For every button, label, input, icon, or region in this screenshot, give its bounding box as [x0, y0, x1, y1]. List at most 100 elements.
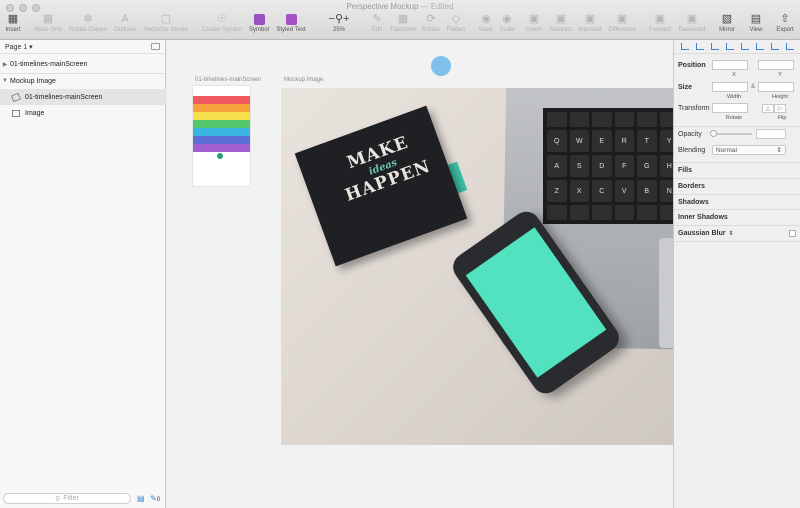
flip-horizontal-icon[interactable]: △	[762, 103, 774, 113]
width-field[interactable]	[712, 82, 748, 92]
opacity-field[interactable]	[756, 129, 786, 139]
styled-text-label: Styled Text	[276, 27, 306, 33]
align-middle-icon[interactable]	[755, 43, 764, 50]
lock-ratio-icon[interactable]: &	[748, 84, 758, 90]
symbol-button[interactable]: Symbol	[242, 13, 276, 33]
intersect-button[interactable]: ▣ Intersect	[573, 13, 607, 33]
key: F	[614, 155, 634, 177]
align-left-icon[interactable]	[680, 43, 689, 50]
add-button-preview	[217, 153, 223, 159]
zoom-value: 25%	[332, 27, 345, 33]
height-field[interactable]	[758, 82, 794, 92]
align-center-h-icon[interactable]	[695, 43, 704, 50]
fills-section[interactable]: Fills	[674, 162, 800, 177]
create-symbol-button[interactable]: ☉ Create Symbol	[202, 13, 242, 33]
position-y-field[interactable]	[758, 60, 794, 70]
shadows-section[interactable]: Shadows	[674, 194, 800, 209]
forward-button[interactable]: ▣ Forward	[643, 13, 677, 33]
blending-value: Normal	[716, 146, 737, 154]
distribute-v-icon[interactable]	[785, 43, 794, 50]
inner-shadows-section[interactable]: Inner Shadows	[674, 209, 800, 224]
styled-text-button[interactable]: Styled Text	[274, 13, 308, 33]
opacity-slider-knob[interactable]	[710, 130, 717, 137]
document-title: Perspective Mockup — Edited	[0, 2, 800, 11]
flatten-button[interactable]: ◇ Flatten	[439, 13, 473, 33]
insert-button[interactable]: ▦ Insert	[0, 13, 30, 33]
view-label: View	[749, 27, 763, 33]
transform-icon: ▦	[397, 13, 409, 25]
gaussian-blur-section[interactable]: Gaussian Blur ⇕	[674, 225, 800, 240]
rotate-label: Rotate	[725, 115, 743, 121]
timeline-stripe	[193, 144, 250, 152]
align-right-icon[interactable]	[710, 43, 719, 50]
distribute-h-icon[interactable]	[725, 43, 734, 50]
timeline-stripe	[193, 104, 250, 112]
rotate-field[interactable]	[712, 103, 748, 113]
align-bottom-icon[interactable]	[770, 43, 779, 50]
timeline-stripe	[193, 136, 250, 144]
zoom-control[interactable]: −⚲+ 25%	[322, 13, 356, 33]
grid-icon: ▦	[42, 13, 54, 25]
intersect-label: Intersect	[578, 27, 602, 33]
difference-button[interactable]: ▣ Difference	[605, 13, 639, 33]
key: N	[659, 180, 673, 202]
blending-select[interactable]: Normal ⇕	[712, 145, 786, 155]
layer-artboard-mainscreen[interactable]: ▶ 01-timelines-mainScreen	[0, 56, 166, 72]
position-x-field[interactable]	[712, 60, 748, 70]
slice-count-icon[interactable]: ✎0	[150, 494, 160, 503]
artboard-label-mainscreen[interactable]: 01-timelines-mainScreen	[195, 77, 261, 83]
pages-toggle-icon[interactable]	[151, 43, 160, 50]
subtract-icon: ▣	[555, 13, 567, 25]
make-grid-label: Make Grid	[34, 27, 62, 33]
export-button[interactable]: ⇧ Export	[768, 13, 800, 33]
blur-type-arrows-icon[interactable]: ⇕	[728, 230, 733, 237]
key: Y	[659, 130, 673, 152]
rotate-copies-label: Rotate Copies	[68, 27, 108, 33]
edit-icon: ✎	[372, 13, 382, 25]
backward-label: Backward	[678, 27, 706, 33]
backward-button[interactable]: ▣ Backward	[675, 13, 709, 33]
opacity-slider[interactable]	[710, 130, 752, 137]
key	[592, 205, 612, 220]
disclosure-open-icon[interactable]: ▼	[0, 78, 10, 84]
key: C	[592, 180, 612, 202]
borders-section[interactable]: Borders	[674, 178, 800, 193]
outlines-button[interactable]: A Outlines	[108, 13, 142, 33]
layer-image[interactable]: Image	[0, 105, 166, 121]
page-selector[interactable]: Page 1 ▾	[0, 40, 165, 54]
symbol-icon	[253, 13, 265, 25]
exportable-layers-icon[interactable]: ▤	[137, 494, 145, 503]
layer-artboard-mockup-image[interactable]: ▼ Mockup Image	[0, 73, 166, 89]
gaussian-blur-checkbox[interactable]	[789, 229, 796, 237]
layer-filter-input[interactable]: ⚲ Filter	[3, 493, 131, 504]
key: X	[569, 180, 589, 202]
disclosure-closed-icon[interactable]: ▶	[0, 61, 10, 68]
vectorize-stroke-icon: ▢	[160, 13, 172, 25]
align-top-icon[interactable]	[740, 43, 749, 50]
key: E	[592, 130, 612, 152]
toolbar: Perspective Mockup — Edited ▦ Insert ▦ M…	[0, 0, 800, 40]
flip-vertical-icon[interactable]: ▷	[774, 103, 786, 113]
key: R	[614, 130, 634, 152]
mirror-icon: ▧	[721, 13, 733, 25]
artboard-label-mockup-image[interactable]: Mockup Image	[284, 77, 323, 83]
layer-symbol-mainscreen[interactable]: 01-timelines-mainScreen	[0, 89, 166, 105]
key	[569, 112, 589, 127]
key	[637, 112, 657, 127]
export-label: Export	[776, 27, 794, 33]
make-grid-button[interactable]: ▦ Make Grid	[31, 13, 65, 33]
view-icon: ▤	[750, 13, 762, 25]
width-label: Width	[726, 94, 742, 100]
artboard-mockup-image[interactable]: Q W E R T Y A S D F G H Z X C V B N MAKE…	[281, 88, 673, 445]
difference-icon: ▣	[616, 13, 628, 25]
key: D	[592, 155, 612, 177]
vectorize-stroke-button[interactable]: ▢ Vectorize Stroke	[144, 13, 188, 33]
canvas[interactable]: 01-timelines-mainScreen Mockup Image Q W…	[167, 40, 673, 508]
timeline-stripe	[193, 128, 250, 136]
key	[659, 112, 673, 127]
artboard-mainscreen[interactable]	[193, 86, 250, 186]
rotate-copies-button[interactable]: ✼ Rotate Copies	[68, 13, 108, 33]
forward-label: Forward	[648, 27, 671, 33]
key: B	[637, 180, 657, 202]
laptop-keyboard: Q W E R T Y A S D F G H Z X C V B N	[543, 108, 673, 224]
